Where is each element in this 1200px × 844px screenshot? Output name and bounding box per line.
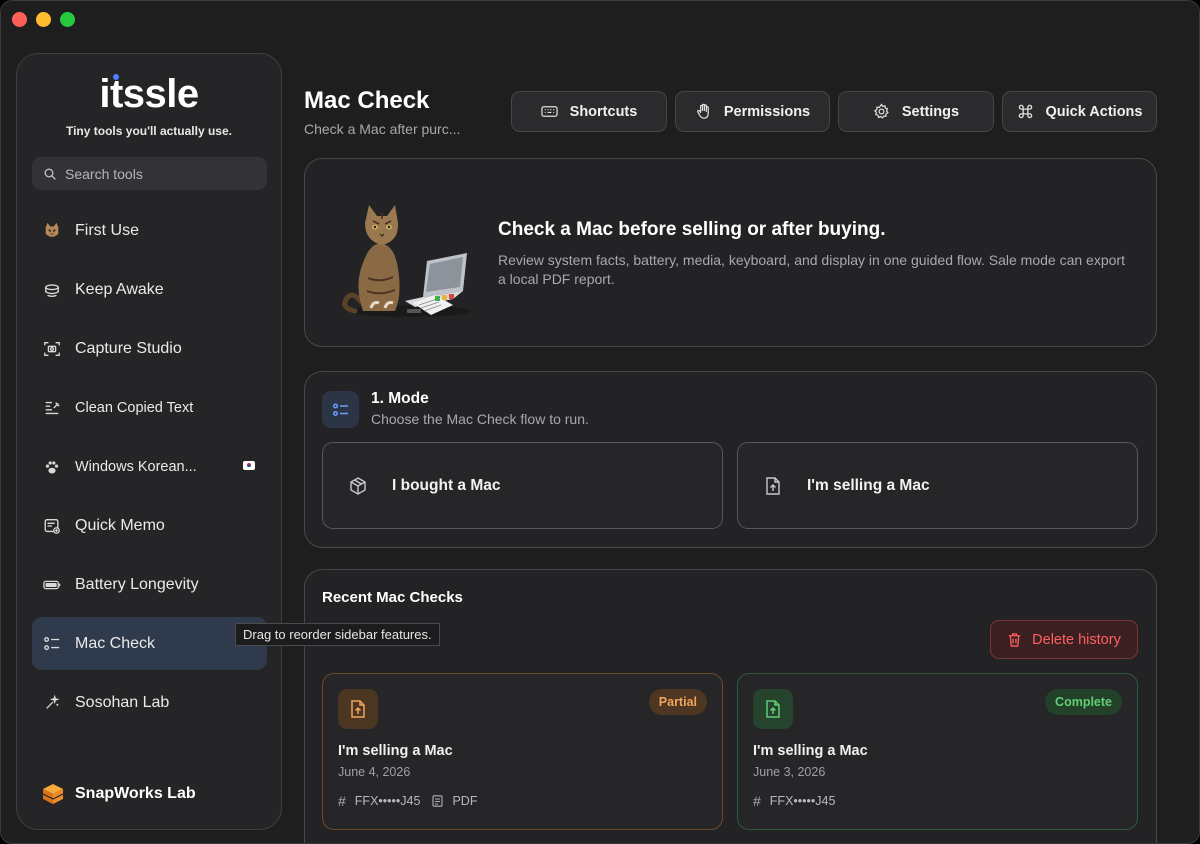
bought-mac-option-label: I bought a Mac	[392, 476, 501, 494]
text-clean-icon	[42, 398, 62, 418]
mode-section-subtitle: Choose the Mac Check flow to run.	[371, 411, 589, 427]
search-box[interactable]	[32, 157, 267, 190]
sidebar-item-label: Windows Korean...	[75, 458, 197, 475]
sidebar-item-mac-check[interactable]: Mac Check	[32, 617, 267, 670]
history-item-date: June 4, 2026	[338, 765, 411, 779]
sidebar: itssle Tiny tools you'll actually use. F…	[16, 53, 282, 830]
tooltip: Drag to reorder sidebar features.	[235, 623, 440, 646]
history-item-meta: # FFX•••••J45 PDF	[338, 793, 477, 809]
brand-footer[interactable]: SnapWorks Lab	[42, 783, 196, 805]
korean-flag-icon	[243, 461, 255, 470]
mode-section: 1. Mode Choose the Mac Check flow to run…	[304, 371, 1157, 548]
sidebar-item-first-use[interactable]: First Use	[32, 204, 267, 257]
serial-number: FFX•••••J45	[769, 794, 836, 808]
permissions-button-label: Permissions	[723, 103, 811, 120]
recent-checks-section: Recent Mac Checks Delete history Partial…	[304, 569, 1157, 843]
checklist-icon	[332, 402, 348, 416]
quick-actions-button-label: Quick Actions	[1045, 103, 1143, 120]
keyboard-icon	[540, 106, 558, 117]
hand-icon	[696, 103, 709, 119]
app-tagline: Tiny tools you'll actually use.	[65, 124, 232, 138]
hero-card: Check a Mac before selling or after buyi…	[304, 158, 1157, 347]
history-item-title: I'm selling a Mac	[753, 743, 868, 759]
history-item-date: June 3, 2026	[753, 765, 826, 779]
battery-icon	[42, 575, 62, 595]
search-input[interactable]	[65, 165, 255, 182]
file-type-label: PDF	[452, 794, 478, 808]
recent-checks-title: Recent Mac Checks	[322, 589, 463, 606]
sidebar-item-label: Mac Check	[75, 634, 156, 652]
quick-actions-button[interactable]: Quick Actions	[1002, 91, 1157, 132]
sidebar-item-label: Keep Awake	[75, 280, 164, 298]
status-badge: Partial	[648, 689, 707, 715]
delete-history-label: Delete history	[1032, 631, 1121, 648]
cat-avatar-icon	[42, 221, 62, 241]
history-item[interactable]: Complete I'm selling a Mac June 3, 2026 …	[737, 673, 1138, 830]
page-title: Mac Check	[304, 87, 430, 114]
hero-title: Check a Mac before selling or after buyi…	[498, 219, 886, 240]
app-logo: itssle	[99, 72, 199, 116]
settings-button[interactable]: Settings	[838, 91, 994, 132]
settings-button-label: Settings	[901, 103, 960, 120]
window-controls	[12, 12, 75, 27]
shortcuts-button[interactable]: Shortcuts	[511, 91, 667, 132]
sidebar-item-capture-studio[interactable]: Capture Studio	[32, 322, 267, 375]
mode-section-title: 1. Mode	[371, 390, 429, 407]
document-upload-icon	[351, 700, 365, 718]
sidebar-item-label: Sosohan Lab	[75, 693, 170, 711]
selling-mac-option-label: I'm selling a Mac	[807, 476, 930, 494]
document-upload-icon	[766, 700, 780, 718]
page-subtitle: Check a Mac after purc...	[304, 121, 461, 137]
sparkles-icon	[42, 693, 62, 713]
history-item-icon	[753, 689, 793, 729]
memo-icon	[42, 516, 62, 536]
shortcuts-button-label: Shortcuts	[569, 103, 638, 120]
brand-label: SnapWorks Lab	[75, 785, 196, 802]
history-item[interactable]: Partial I'm selling a Mac June 4, 2026 #…	[322, 673, 723, 830]
coffee-cup-icon	[42, 280, 62, 300]
zoom-window-button[interactable]	[60, 12, 75, 27]
minimize-window-button[interactable]	[36, 12, 51, 27]
sidebar-item-label: First Use	[75, 221, 139, 239]
gear-icon	[873, 103, 889, 119]
app-window: itssle Tiny tools you'll actually use. F…	[0, 0, 1200, 844]
sidebar-item-quick-memo[interactable]: Quick Memo	[32, 499, 267, 552]
document-upload-icon	[766, 476, 780, 495]
box-icon	[350, 476, 366, 495]
command-icon	[1018, 104, 1032, 119]
history-item-meta: # FFX•••••J45	[753, 793, 835, 809]
sidebar-item-keep-awake[interactable]: Keep Awake	[32, 263, 267, 316]
trash-icon	[1009, 633, 1021, 647]
sidebar-item-label: Clean Copied Text	[75, 399, 194, 416]
checklist-icon	[42, 634, 62, 654]
logo-accent-dot	[113, 74, 119, 80]
history-item-title: I'm selling a Mac	[338, 743, 453, 759]
hash-icon: #	[338, 793, 346, 809]
mode-section-icon	[322, 391, 359, 428]
snapworks-logo-icon	[42, 784, 64, 804]
sidebar-item-label: Capture Studio	[75, 339, 182, 357]
screenshot-camera-icon	[42, 339, 62, 359]
sidebar-nav: First Use Keep Awake Capture Studio Clea…	[32, 204, 267, 735]
permissions-button[interactable]: Permissions	[675, 91, 830, 132]
selling-mac-option[interactable]: I'm selling a Mac	[737, 442, 1138, 529]
cat-with-laptop-illustration	[342, 205, 470, 317]
delete-history-button[interactable]: Delete history	[990, 620, 1138, 659]
sidebar-item-windows-korean[interactable]: Windows Korean...	[32, 440, 267, 493]
hero-description: Review system facts, battery, media, key…	[498, 252, 1125, 287]
close-window-button[interactable]	[12, 12, 27, 27]
sidebar-item-label: Battery Longevity	[75, 575, 199, 593]
search-icon	[44, 168, 56, 180]
sidebar-item-clean-copied-text[interactable]: Clean Copied Text	[32, 381, 267, 434]
sidebar-item-label: Quick Memo	[75, 516, 165, 534]
serial-number: FFX•••••J45	[354, 794, 421, 808]
bought-mac-option[interactable]: I bought a Mac	[322, 442, 723, 529]
sidebar-item-battery-longevity[interactable]: Battery Longevity	[32, 558, 267, 611]
hash-icon: #	[753, 793, 761, 809]
history-item-icon	[338, 689, 378, 729]
status-badge: Complete	[1045, 689, 1122, 715]
sidebar-item-sosohan-lab[interactable]: Sosohan Lab	[32, 676, 267, 729]
paw-icon	[42, 457, 62, 477]
pdf-document-icon	[432, 795, 444, 807]
